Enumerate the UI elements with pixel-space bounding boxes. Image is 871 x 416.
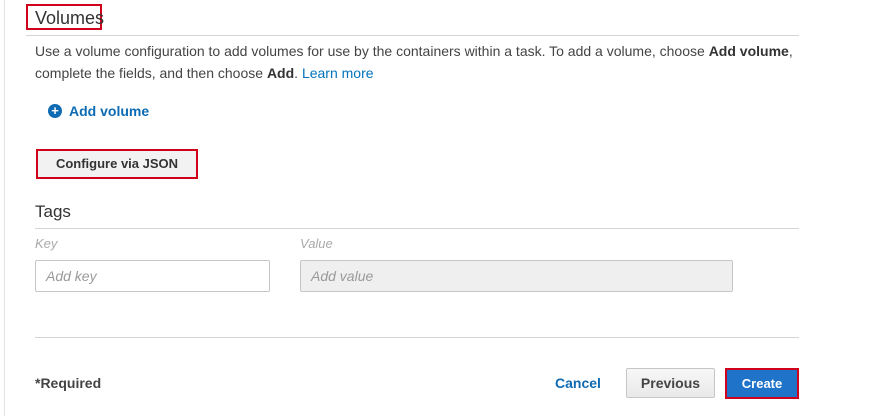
cancel-button[interactable]: Cancel <box>555 375 601 391</box>
required-note: *Required <box>35 375 102 391</box>
desc-text-3: . <box>294 65 302 81</box>
divider <box>35 228 799 229</box>
desc-text-1: Use a volume configuration to add volume… <box>35 43 709 59</box>
tags-heading: Tags <box>35 202 71 221</box>
desc-bold-add: Add <box>266 65 295 81</box>
plus-circle-icon: + <box>48 104 62 118</box>
previous-button[interactable]: Previous <box>626 368 715 398</box>
configure-via-json-button[interactable]: Configure via JSON <box>36 149 198 179</box>
volumes-heading: Volumes <box>26 4 104 30</box>
add-volume-button[interactable]: + Add volume <box>48 103 149 119</box>
divider <box>35 337 799 338</box>
add-volume-label: Add volume <box>69 103 150 119</box>
create-button[interactable]: Create <box>725 368 799 399</box>
tag-value-input[interactable]: Add value <box>300 260 733 292</box>
divider <box>26 35 799 36</box>
left-panel-border <box>0 0 5 416</box>
learn-more-link[interactable]: Learn more <box>302 65 374 81</box>
desc-bold-add-volume: Add volume <box>708 43 789 59</box>
tag-key-input[interactable]: Add key <box>35 260 270 292</box>
key-column-header: Key <box>35 236 58 251</box>
value-column-header: Value <box>300 236 333 251</box>
volumes-description: Use a volume configuration to add volume… <box>35 40 805 84</box>
